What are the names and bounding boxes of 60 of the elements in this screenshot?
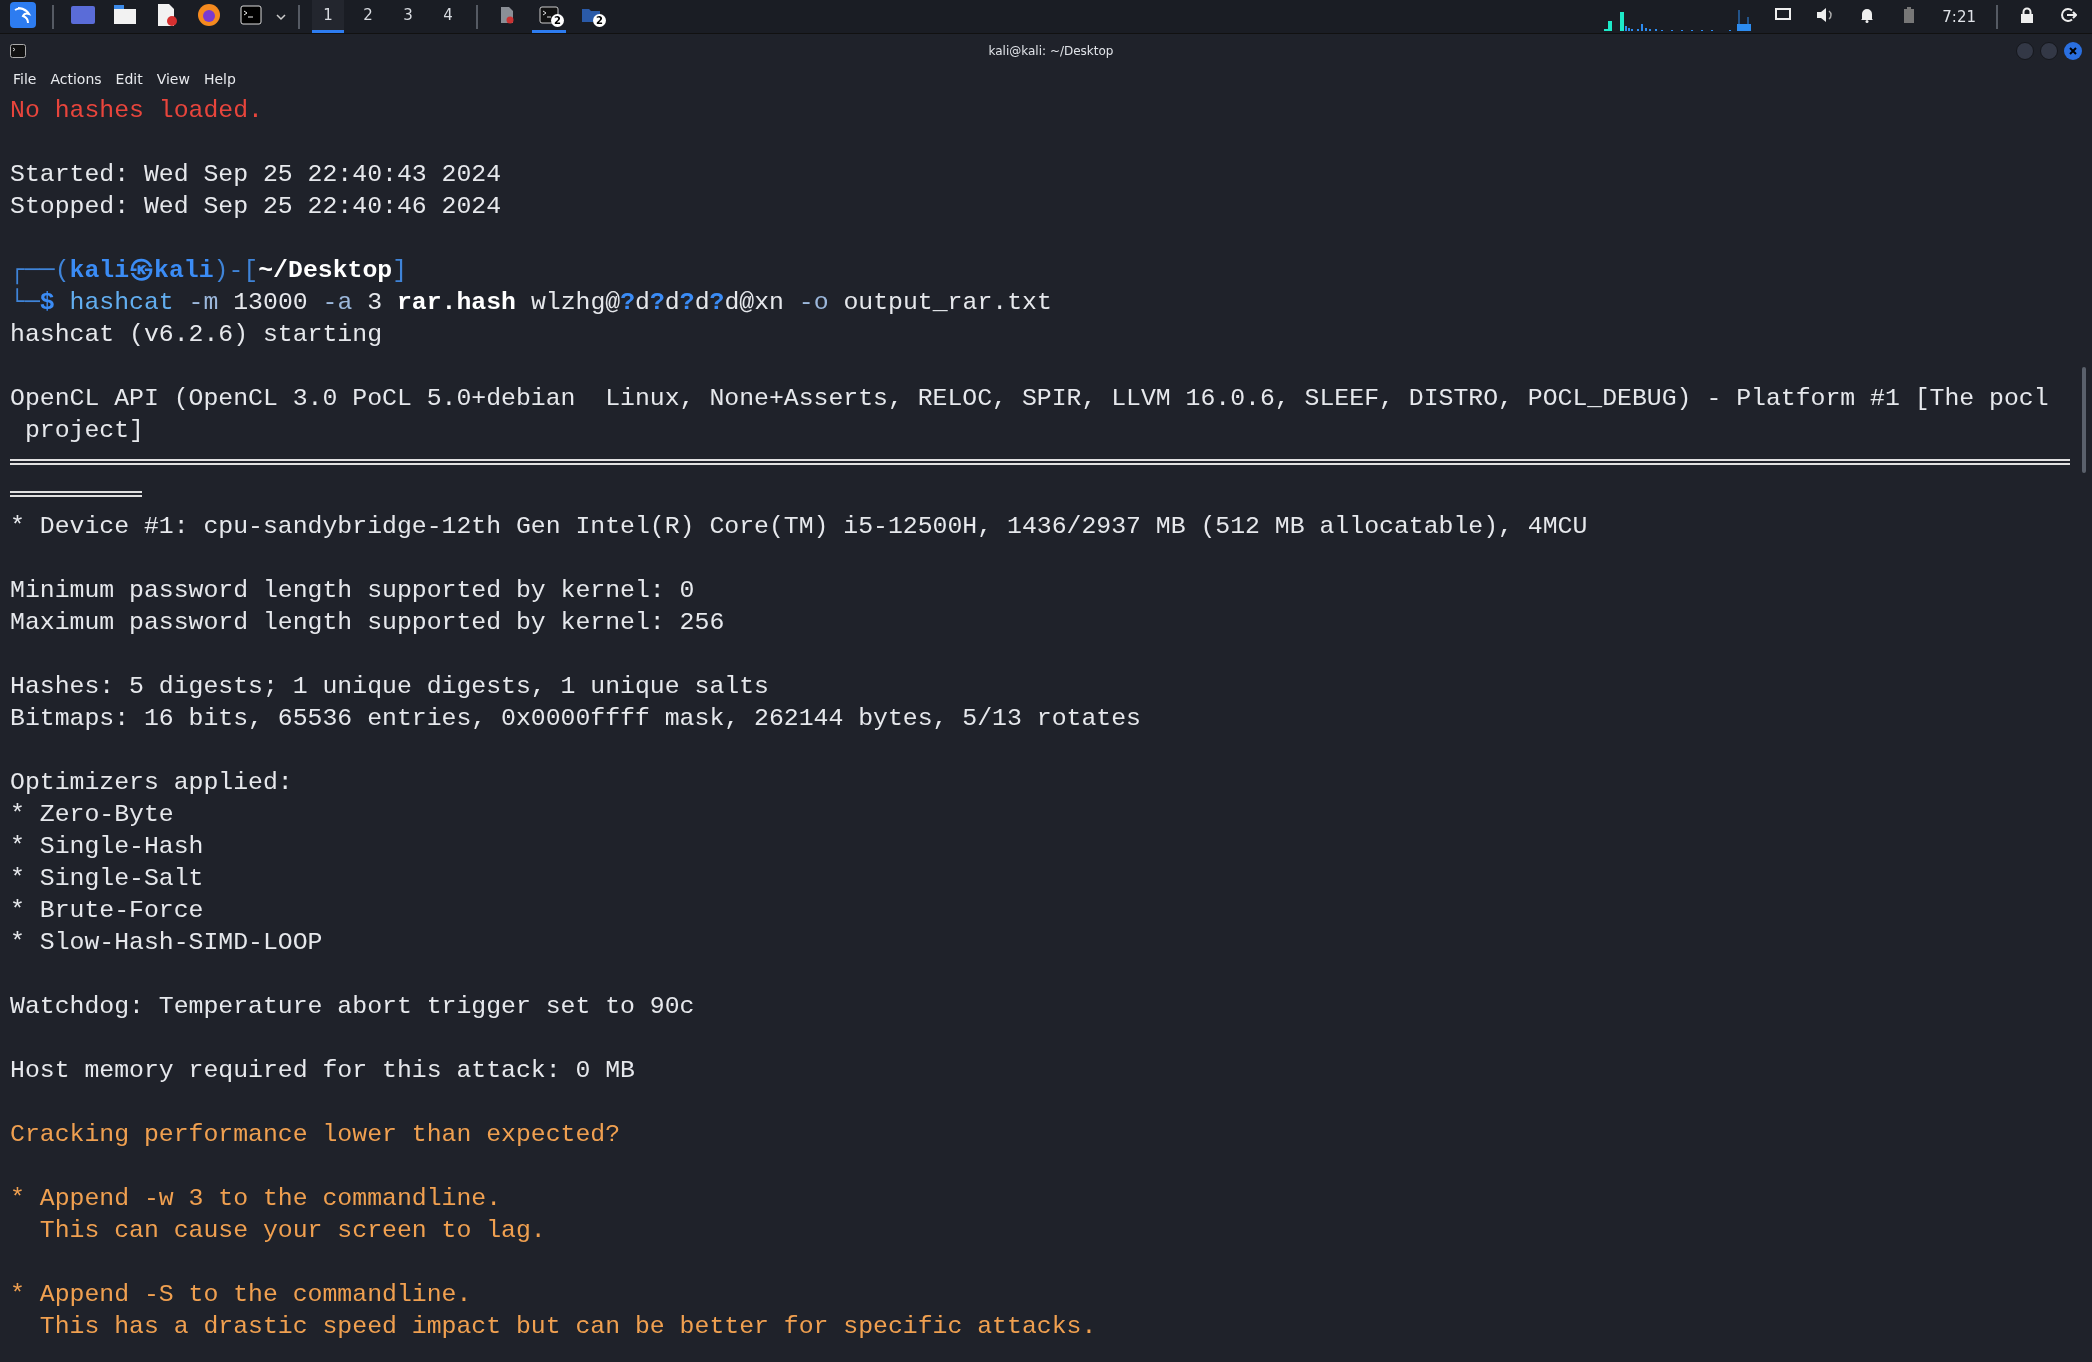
terminal-line: ┌──(kali㉿kali)-[~/Desktop] — [10, 256, 408, 284]
terminal-line: Host memory required for this attack: 0 MB — [10, 1056, 635, 1084]
taskbar-window-button[interactable]: 2 — [532, 0, 566, 33]
lock-icon — [2020, 7, 2034, 23]
terminal-line: Watchdog: Temperature abort trigger set to 90c — [10, 992, 695, 1020]
terminal-line: project] — [23, 416, 144, 444]
workspace-button[interactable]: 2 — [352, 0, 384, 33]
terminal-line: Stopped: Wed Sep 25 22:40:46 2024 — [10, 192, 502, 220]
workspace-button[interactable]: 3 — [392, 0, 424, 33]
clock[interactable]: 7:21 — [1942, 7, 1976, 26]
terminal-line: * Device #1: cpu-sandybridge-12th Gen Intel(R) Core(TM) i5-12500H, 1436/2937 MB (512 MB allocatable), 4MCU — [10, 512, 1588, 540]
terminal-line: This has a drastic speed impact but can be better for specific attacks. — [38, 1312, 1097, 1340]
terminal-line: OpenCL API (OpenCL 3.0 PoCL 5.0+debian Linux, None+Asserts, RELOC, SPIR, LLVM 16.0.6, SLEEF, DISTRO, POCL_DEBUG) - Platform #1 [The pocl — [10, 384, 2049, 412]
terminal-line: * Brute-Force — [10, 896, 204, 924]
browser-icon — [197, 3, 221, 27]
terminal-line: Cracking performance lower than expected? — [10, 1120, 621, 1148]
terminal-line: Optimizers applied: — [10, 768, 293, 796]
dragon-logo-icon — [10, 2, 36, 28]
chevron-down-icon[interactable] — [276, 12, 286, 21]
terminal-line: * Slow-Hash-SIMD-LOOP — [10, 928, 323, 956]
window-count-badge: 2 — [551, 14, 564, 27]
menu-item[interactable]: View — [151, 71, 195, 87]
menu-item[interactable]: Edit — [110, 71, 148, 87]
terminal-line: * Zero-Byte — [10, 800, 174, 828]
close-icon — [2069, 46, 2077, 55]
terminal-line: Bitmaps: 16 bits, 65536 entries, 0x0000ffff mask, 262144 bytes, 5/13 rotates — [10, 704, 1141, 732]
scrollbar[interactable] — [2082, 367, 2086, 473]
terminal-line: No hashes loaded. — [10, 96, 263, 124]
logout-icon — [2061, 7, 2077, 23]
terminal-line: * Append -w 3 to the commandline. — [10, 1184, 502, 1212]
workspace-button[interactable]: 1 — [312, 0, 344, 33]
window-count-badge: 2 — [593, 14, 606, 27]
desktop-icon — [71, 6, 95, 24]
menu-item[interactable]: File — [8, 71, 42, 87]
terminal-line: Hashes: 5 digests; 1 unique digests, 1 unique salts — [10, 672, 769, 700]
taskbar-window-button[interactable]: 2 — [574, 0, 608, 33]
close-button[interactable] — [2064, 41, 2082, 60]
menu-item[interactable]: Help — [198, 71, 241, 87]
terminal-line: Started: Wed Sep 25 22:40:43 2024 — [10, 160, 502, 188]
battery-icon — [1904, 7, 1915, 23]
bell-icon — [1860, 7, 1875, 23]
terminal-icon — [240, 5, 262, 25]
folder-icon — [113, 5, 137, 25]
menu-item[interactable]: Actions — [45, 71, 107, 87]
terminal-line: Maximum password length supported by kernel: 256 — [10, 608, 725, 636]
terminal-line: Minimum password length supported by kernel: 0 — [10, 576, 695, 604]
document-icon — [500, 6, 514, 24]
terminal-line: └─$ hashcat -m 13000 -a 3 rar.hash wlzhg@?d?d?d?d@xn -o output_rar.txt — [10, 288, 1052, 316]
speaker-icon — [1816, 7, 1835, 23]
document-edit-icon — [157, 3, 177, 27]
workspace-button[interactable]: 4 — [432, 0, 464, 33]
terminal-line: * Single-Salt — [10, 864, 204, 892]
terminal-icon — [10, 43, 26, 58]
network-icon — [1775, 8, 1792, 22]
window-title: kali@kali: ~/Desktop — [987, 43, 1115, 58]
terminal-line: This can cause your screen to lag. — [38, 1216, 546, 1244]
terminal-line: * Append -S to the commandline. — [10, 1280, 472, 1308]
terminal-line: hashcat (v6.2.6) starting — [10, 320, 382, 348]
terminal-icon — [539, 6, 559, 24]
terminal-line: * Single-Hash — [10, 832, 204, 860]
